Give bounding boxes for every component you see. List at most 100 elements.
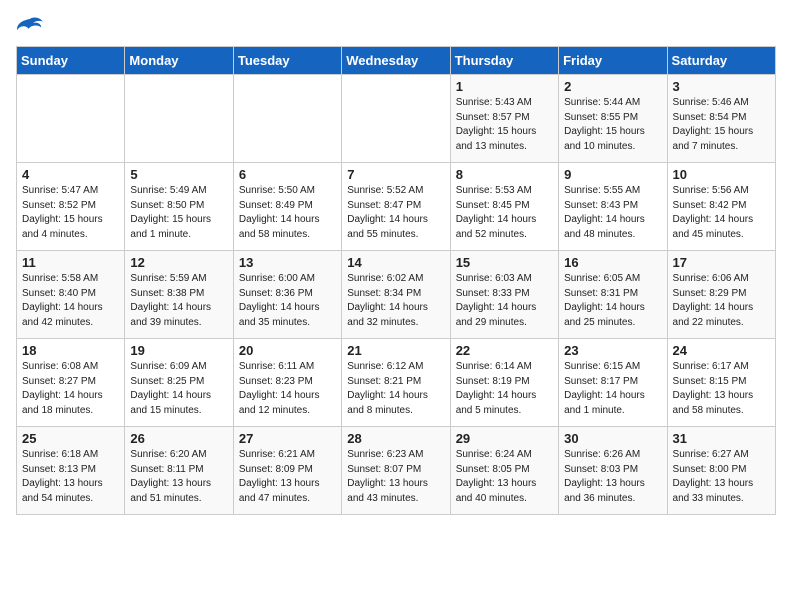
header <box>16 16 776 36</box>
calendar-cell <box>233 75 341 163</box>
logo-bird-icon <box>16 16 44 36</box>
logo <box>16 16 48 36</box>
day-number: 23 <box>564 343 661 358</box>
cell-info: Sunrise: 6:20 AM Sunset: 8:11 PM Dayligh… <box>130 448 227 506</box>
calendar-cell: 12Sunrise: 5:59 AM Sunset: 8:38 PM Dayli… <box>125 251 233 339</box>
cell-info: Sunrise: 5:46 AM Sunset: 8:54 PM Dayligh… <box>673 96 770 154</box>
day-number: 14 <box>347 255 444 270</box>
day-number: 24 <box>673 343 770 358</box>
day-number: 30 <box>564 431 661 446</box>
calendar-cell: 27 Sunrise: 6:21 AM Sunset: 8:09 PM Dayli… <box>233 427 341 515</box>
weekday-tuesday: Tuesday <box>233 47 341 75</box>
day-number: 1 <box>456 79 553 94</box>
calendar-cell: 22Sunrise: 6:14 AM Sunset: 8:19 PM Dayli… <box>450 339 558 427</box>
cell-info: Sunrise: 5:44 AM Sunset: 8:55 PM Dayligh… <box>564 96 661 154</box>
day-number: 13 <box>239 255 336 270</box>
day-number: 8 <box>456 167 553 182</box>
calendar-cell: 25 Sunrise: 6:18 AM Sunset: 8:13 PM Dayli… <box>17 427 125 515</box>
cell-info: Sunrise: 5:53 AM Sunset: 8:45 PM Dayligh… <box>456 184 553 242</box>
cell-info: Sunrise: 6:00 AM Sunset: 8:36 PM Dayligh… <box>239 272 336 330</box>
calendar-cell: 23 Sunrise: 6:15 AM Sunset: 8:17 PM Dayli… <box>559 339 667 427</box>
calendar-week-3: 11Sunrise: 5:58 AM Sunset: 8:40 PM Dayli… <box>17 251 776 339</box>
day-number: 9 <box>564 167 661 182</box>
day-number: 25 <box>22 431 119 446</box>
cell-info: Sunrise: 6:18 AM Sunset: 8:13 PM Dayligh… <box>22 448 119 506</box>
cell-info: Sunrise: 6:02 AM Sunset: 8:34 PM Dayligh… <box>347 272 444 330</box>
cell-info: Sunrise: 6:03 AM Sunset: 8:33 PM Dayligh… <box>456 272 553 330</box>
calendar-cell: 31Sunrise: 6:27 AM Sunset: 8:00 PM Dayli… <box>667 427 775 515</box>
day-number: 10 <box>673 167 770 182</box>
calendar-cell: 18Sunrise: 6:08 AM Sunset: 8:27 PM Dayli… <box>17 339 125 427</box>
calendar-cell: 16 Sunrise: 6:05 AM Sunset: 8:31 PM Dayli… <box>559 251 667 339</box>
calendar-cell: 24 Sunrise: 6:17 AM Sunset: 8:15 PM Dayli… <box>667 339 775 427</box>
cell-info: Sunrise: 5:55 AM Sunset: 8:43 PM Dayligh… <box>564 184 661 242</box>
calendar-cell: 20Sunrise: 6:11 AM Sunset: 8:23 PM Dayli… <box>233 339 341 427</box>
cell-info: Sunrise: 5:58 AM Sunset: 8:40 PM Dayligh… <box>22 272 119 330</box>
day-number: 27 <box>239 431 336 446</box>
calendar-cell <box>17 75 125 163</box>
cell-info: Sunrise: 5:56 AM Sunset: 8:42 PM Dayligh… <box>673 184 770 242</box>
cell-info: Sunrise: 5:52 AM Sunset: 8:47 PM Dayligh… <box>347 184 444 242</box>
calendar-week-5: 25 Sunrise: 6:18 AM Sunset: 8:13 PM Dayli… <box>17 427 776 515</box>
calendar-cell: 15 Sunrise: 6:03 AM Sunset: 8:33 PM Dayli… <box>450 251 558 339</box>
day-number: 18 <box>22 343 119 358</box>
weekday-wednesday: Wednesday <box>342 47 450 75</box>
weekday-monday: Monday <box>125 47 233 75</box>
calendar-cell <box>342 75 450 163</box>
day-number: 6 <box>239 167 336 182</box>
calendar-cell: 9 Sunrise: 5:55 AM Sunset: 8:43 PM Daylig… <box>559 163 667 251</box>
calendar-cell: 13 Sunrise: 6:00 AM Sunset: 8:36 PM Dayli… <box>233 251 341 339</box>
calendar-cell: 21 Sunrise: 6:12 AM Sunset: 8:21 PM Dayli… <box>342 339 450 427</box>
day-number: 15 <box>456 255 553 270</box>
day-number: 2 <box>564 79 661 94</box>
cell-info: Sunrise: 6:26 AM Sunset: 8:03 PM Dayligh… <box>564 448 661 506</box>
calendar-cell: 1 Sunrise: 5:43 AM Sunset: 8:57 PM Daylig… <box>450 75 558 163</box>
day-number: 28 <box>347 431 444 446</box>
calendar-cell: 19Sunrise: 6:09 AM Sunset: 8:25 PM Dayli… <box>125 339 233 427</box>
weekday-thursday: Thursday <box>450 47 558 75</box>
cell-info: Sunrise: 6:21 AM Sunset: 8:09 PM Dayligh… <box>239 448 336 506</box>
calendar-header: SundayMondayTuesdayWednesdayThursdayFrid… <box>17 47 776 75</box>
day-number: 7 <box>347 167 444 182</box>
day-number: 3 <box>673 79 770 94</box>
calendar-cell <box>125 75 233 163</box>
day-number: 31 <box>673 431 770 446</box>
cell-info: Sunrise: 6:06 AM Sunset: 8:29 PM Dayligh… <box>673 272 770 330</box>
day-number: 22 <box>456 343 553 358</box>
cell-info: Sunrise: 6:17 AM Sunset: 8:15 PM Dayligh… <box>673 360 770 418</box>
calendar-week-2: 4 Sunrise: 5:47 AM Sunset: 8:52 PM Daylig… <box>17 163 776 251</box>
weekday-saturday: Saturday <box>667 47 775 75</box>
cell-info: Sunrise: 6:12 AM Sunset: 8:21 PM Dayligh… <box>347 360 444 418</box>
day-number: 20 <box>239 343 336 358</box>
day-number: 21 <box>347 343 444 358</box>
day-number: 16 <box>564 255 661 270</box>
calendar-cell: 14 Sunrise: 6:02 AM Sunset: 8:34 PM Dayli… <box>342 251 450 339</box>
calendar-table: SundayMondayTuesdayWednesdayThursdayFrid… <box>16 46 776 515</box>
cell-info: Sunrise: 6:05 AM Sunset: 8:31 PM Dayligh… <box>564 272 661 330</box>
calendar-cell: 30 Sunrise: 6:26 AM Sunset: 8:03 PM Dayli… <box>559 427 667 515</box>
cell-info: Sunrise: 5:43 AM Sunset: 8:57 PM Dayligh… <box>456 96 553 154</box>
cell-info: Sunrise: 5:49 AM Sunset: 8:50 PM Dayligh… <box>130 184 227 242</box>
weekday-friday: Friday <box>559 47 667 75</box>
calendar-cell: 8 Sunrise: 5:53 AM Sunset: 8:45 PM Daylig… <box>450 163 558 251</box>
cell-info: Sunrise: 6:15 AM Sunset: 8:17 PM Dayligh… <box>564 360 661 418</box>
calendar-cell: 29 Sunrise: 6:24 AM Sunset: 8:05 PM Dayli… <box>450 427 558 515</box>
cell-info: Sunrise: 5:50 AM Sunset: 8:49 PM Dayligh… <box>239 184 336 242</box>
calendar-week-4: 18Sunrise: 6:08 AM Sunset: 8:27 PM Dayli… <box>17 339 776 427</box>
calendar-cell: 6 Sunrise: 5:50 AM Sunset: 8:49 PM Daylig… <box>233 163 341 251</box>
calendar-cell: 7 Sunrise: 5:52 AM Sunset: 8:47 PM Daylig… <box>342 163 450 251</box>
calendar-week-1: 1 Sunrise: 5:43 AM Sunset: 8:57 PM Daylig… <box>17 75 776 163</box>
calendar-cell: 3 Sunrise: 5:46 AM Sunset: 8:54 PM Daylig… <box>667 75 775 163</box>
cell-info: Sunrise: 6:23 AM Sunset: 8:07 PM Dayligh… <box>347 448 444 506</box>
calendar-cell: 4 Sunrise: 5:47 AM Sunset: 8:52 PM Daylig… <box>17 163 125 251</box>
calendar-cell: 10 Sunrise: 5:56 AM Sunset: 8:42 PM Dayli… <box>667 163 775 251</box>
day-number: 17 <box>673 255 770 270</box>
day-number: 29 <box>456 431 553 446</box>
cell-info: Sunrise: 6:24 AM Sunset: 8:05 PM Dayligh… <box>456 448 553 506</box>
calendar-cell: 5Sunrise: 5:49 AM Sunset: 8:50 PM Daylig… <box>125 163 233 251</box>
day-number: 4 <box>22 167 119 182</box>
calendar-cell: 26 Sunrise: 6:20 AM Sunset: 8:11 PM Dayli… <box>125 427 233 515</box>
cell-info: Sunrise: 5:59 AM Sunset: 8:38 PM Dayligh… <box>130 272 227 330</box>
cell-info: Sunrise: 5:47 AM Sunset: 8:52 PM Dayligh… <box>22 184 119 242</box>
day-number: 26 <box>130 431 227 446</box>
